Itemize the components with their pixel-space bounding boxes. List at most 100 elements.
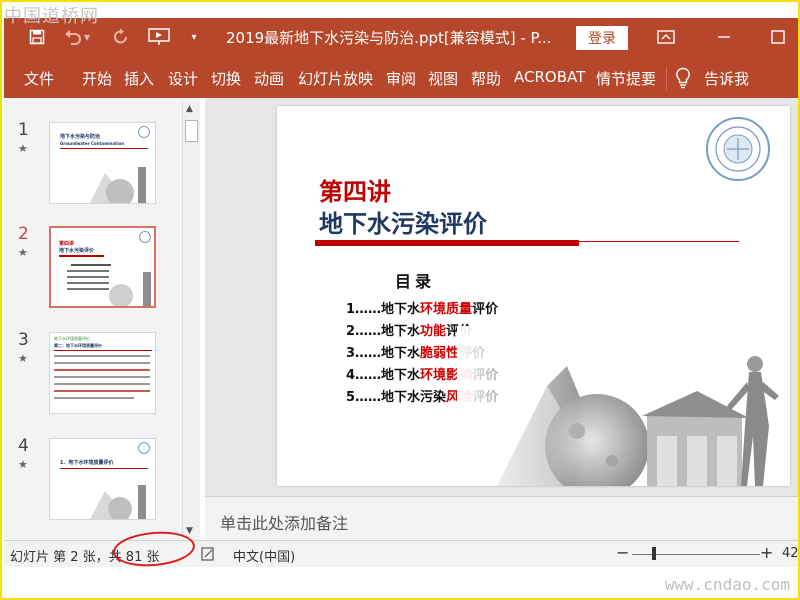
minimize-button[interactable] xyxy=(710,18,738,56)
thumb-text-line xyxy=(54,383,150,385)
undo-icon xyxy=(64,30,81,45)
zoom-level[interactable]: 42 xyxy=(782,546,798,561)
login-button[interactable]: 登录 xyxy=(576,26,628,50)
thumb-text-line xyxy=(54,376,150,378)
customize-toolbar-button[interactable]: ▾ xyxy=(184,18,204,56)
tab-design[interactable]: 设计 xyxy=(168,68,198,89)
title-thin-rule xyxy=(579,241,739,242)
thumb-text-line xyxy=(71,264,111,266)
ribbon-display-options-button[interactable] xyxy=(652,18,680,56)
thumb-text-line xyxy=(54,355,150,357)
redo-icon xyxy=(114,28,127,44)
tab-animations[interactable]: 动画 xyxy=(254,68,284,89)
scroll-up-icon[interactable]: ▲ xyxy=(186,104,193,114)
watermark-bottom: www.cndao.com xyxy=(664,575,790,594)
notes-pane[interactable]: 单击此处添加备注 xyxy=(205,496,798,541)
toc-item-highlight: 环境质量 xyxy=(420,302,473,317)
toc-item-suffix: 评价 xyxy=(472,302,499,317)
toc-item: 1……地下水环境质量评价 xyxy=(346,298,498,317)
thumb-title: 1．地下水环境质量评价 xyxy=(60,460,114,466)
toc-item: 2……地下水功能评价 xyxy=(346,320,472,339)
thumb-rule xyxy=(60,148,148,149)
zoom-out-button[interactable]: − xyxy=(616,543,629,562)
thumb-title: 地下水环境质量评价 xyxy=(54,336,90,341)
toc-item-highlight: 功能 xyxy=(420,324,447,339)
thumb-image xyxy=(90,167,146,203)
thumb-rule xyxy=(54,350,152,351)
scroll-thumb[interactable] xyxy=(185,120,198,142)
zoom-slider-thumb[interactable] xyxy=(652,547,656,560)
lightbulb-icon xyxy=(676,67,690,89)
maximize-icon xyxy=(771,30,785,44)
window-title: 2019最新地下水污染与防治.ppt[兼容模式] - P... xyxy=(226,29,552,47)
watermark-top: 中国道桥网 xyxy=(4,6,99,27)
scroll-down-icon[interactable]: ▼ xyxy=(186,526,193,536)
ribbon-tabs: 文件 开始 插入 设计 切换 动画 幻灯片放映 审阅 视图 帮助 ACROBAT… xyxy=(4,56,798,98)
ribbon-divider xyxy=(666,66,667,90)
toc-item-highlight: 脆弱性 xyxy=(420,346,460,361)
thumb-title: 地下水污染与防治 xyxy=(60,134,101,140)
title-red-bar xyxy=(315,240,579,246)
slide-thumbnail-2[interactable]: 第四讲 地下水污染评价 xyxy=(49,226,156,308)
present-icon xyxy=(148,28,170,45)
tab-help[interactable]: 帮助 xyxy=(471,68,501,89)
notes-placeholder[interactable]: 单击此处添加备注 xyxy=(220,510,348,534)
slide-canvas[interactable]: 第四讲 地下水污染评价 目录 1……地下水环境质量评价 2……地下水功能评价 3… xyxy=(277,106,790,486)
tab-slideshow[interactable]: 幻灯片放映 xyxy=(298,68,373,89)
present-from-start-button[interactable] xyxy=(144,18,174,56)
slide-title-lecture: 第四讲 xyxy=(319,178,391,206)
thumb-title: 第四讲 xyxy=(59,241,75,247)
tell-me-search[interactable]: 告诉我 xyxy=(704,68,749,89)
thumb-text-line xyxy=(54,397,134,399)
thumb-subtitle: Groundwater Contamination xyxy=(60,141,125,146)
slide-thumbnail-1[interactable]: 地下水污染与防治 Groundwater Contamination xyxy=(49,122,156,204)
animation-star-icon: ★ xyxy=(18,352,28,365)
slide-thumbnail-3[interactable]: 地下水环境质量评价 第二：地下水环境质量评价 xyxy=(49,332,156,414)
seal-icon xyxy=(138,442,150,454)
toc-item-prefix: 5……地下水污染 xyxy=(346,390,447,405)
thumb-rule xyxy=(60,468,148,469)
language-indicator[interactable]: 中文(中国) xyxy=(233,546,295,565)
slide-title-topic: 地下水污染评价 xyxy=(319,210,487,238)
ribbon-display-icon xyxy=(657,30,675,44)
animation-star-icon: ★ xyxy=(18,246,28,259)
thumb-number: 1 xyxy=(18,120,29,140)
notes-icon[interactable] xyxy=(201,547,215,561)
tab-transitions[interactable]: 切换 xyxy=(211,68,241,89)
zoom-in-button[interactable]: + xyxy=(760,543,773,562)
seal-icon xyxy=(138,126,150,138)
thumb-text-line xyxy=(54,369,150,371)
tab-storyboard[interactable]: 情节提要 xyxy=(596,68,656,89)
tab-acrobat[interactable]: ACROBAT xyxy=(514,68,585,86)
tab-view[interactable]: 视图 xyxy=(428,68,458,89)
university-seal-icon xyxy=(706,117,770,181)
title-bar: ▼ ▾ 2019最新地下水污染与防治.ppt[兼容模式] - P... 登录 xyxy=(4,18,798,56)
customize-icon: ▾ xyxy=(191,31,197,43)
toc-item-prefix: 1……地下水 xyxy=(346,302,421,317)
thumb-number: 3 xyxy=(18,330,29,350)
toc-heading: 目录 xyxy=(395,272,436,291)
slide-thumbnails-pane: 1 ★ 地下水污染与防治 Groundwater Contamination 2… xyxy=(4,98,200,540)
animation-star-icon: ★ xyxy=(18,458,28,471)
tab-insert[interactable]: 插入 xyxy=(124,68,154,89)
save-icon xyxy=(29,29,45,45)
maximize-button[interactable] xyxy=(764,18,792,56)
slide-decorative-image xyxy=(457,326,790,486)
thumb-text-line xyxy=(54,362,150,364)
thumb-image xyxy=(90,485,146,519)
toc-item-prefix: 2……地下水 xyxy=(346,324,421,339)
tab-home[interactable]: 开始 xyxy=(82,68,112,89)
slide-thumbnail-4[interactable]: 1．地下水环境质量评价 xyxy=(49,438,156,520)
tab-review[interactable]: 审阅 xyxy=(386,68,416,89)
redo-button[interactable] xyxy=(108,18,134,56)
seal-icon xyxy=(139,231,151,243)
undo-dropdown-icon: ▼ xyxy=(83,32,91,42)
thumb-text-line xyxy=(54,390,150,392)
toc-item-prefix: 3……地下水 xyxy=(346,346,421,361)
app-window: 中国道桥网 ▼ ▾ 2019最新地下水污染与防治.ppt[兼容模式] - P..… xyxy=(0,0,800,600)
thumbnails-scrollbar[interactable]: ▲ ▼ xyxy=(182,102,200,538)
animation-star-icon: ★ xyxy=(18,142,28,155)
thumb-subtitle: 地下水污染评价 xyxy=(59,248,95,254)
thumb-number: 2 xyxy=(18,224,29,244)
tab-file[interactable]: 文件 xyxy=(24,68,54,89)
